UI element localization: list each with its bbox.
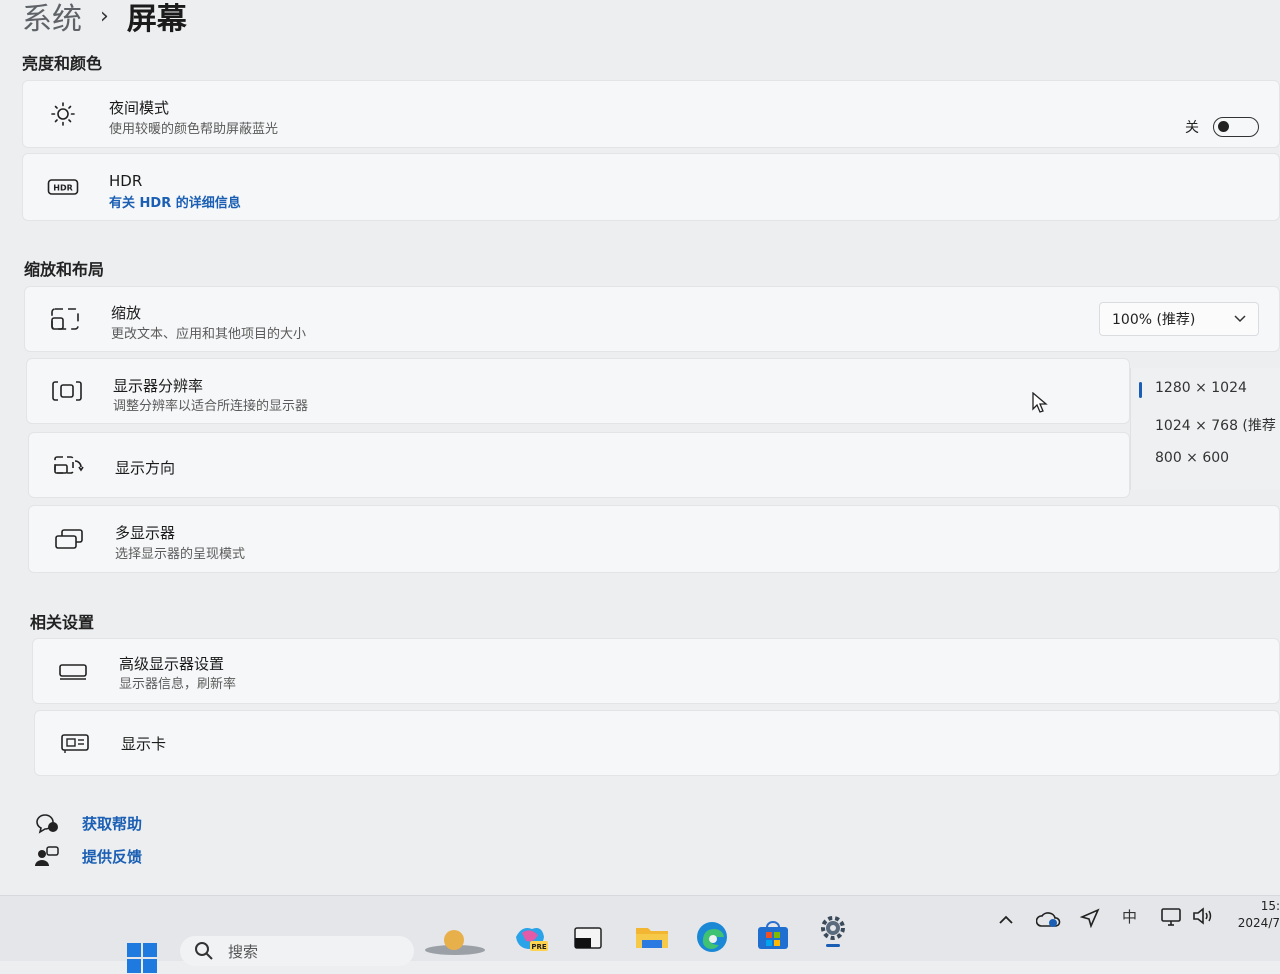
night-mode-subtitle: 使用较暖的颜色帮助屏蔽蓝光 xyxy=(109,122,279,137)
chevron-up-icon[interactable] xyxy=(998,914,1014,926)
section-title-scale-layout: 缩放和布局 xyxy=(24,260,105,279)
resolution-title: 显示器分辨率 xyxy=(113,377,204,395)
feedback-text: 提供反馈 xyxy=(82,847,143,866)
breadcrumb-separator: › xyxy=(100,3,109,29)
night-mode-card[interactable]: 夜间模式 使用较暖的颜色帮助屏蔽蓝光 关 xyxy=(22,80,1280,148)
scale-card[interactable]: 缩放 更改文本、应用和其他项目的大小 100% (推荐) xyxy=(24,286,1280,352)
advanced-display-title: 高级显示器设置 xyxy=(119,655,225,673)
terminal-icon[interactable] xyxy=(574,926,602,950)
hdr-info-link[interactable]: 有关 HDR 的详细信息 xyxy=(109,192,241,211)
help-chat-icon xyxy=(36,814,58,834)
orientation-card[interactable]: 显示方向 xyxy=(28,432,1130,498)
mouse-cursor-icon xyxy=(1032,392,1048,413)
hdr-icon-text: HDR xyxy=(53,184,73,193)
hdr-card[interactable]: HDR HDR 有关 HDR 的详细信息 xyxy=(22,153,1280,221)
feedback-link[interactable]: 提供反馈 xyxy=(34,845,142,867)
windows-start-icon[interactable] xyxy=(126,942,158,974)
multi-display-icon xyxy=(55,529,83,549)
breadcrumb-system[interactable]: 系统 xyxy=(22,0,82,38)
night-mode-toggle-group: 关 xyxy=(1185,117,1259,137)
brightness-sun-icon xyxy=(51,102,75,126)
night-mode-state-label: 关 xyxy=(1185,120,1199,136)
scale-value: 100% (推荐) xyxy=(1112,312,1196,328)
volume-icon[interactable] xyxy=(1192,906,1216,926)
settings-gear-icon[interactable] xyxy=(816,914,850,948)
resolution-dropdown-list: 1280 × 1024 1024 × 768 (推荐 800 × 600 xyxy=(1130,368,1280,490)
microsoft-store-icon[interactable] xyxy=(756,921,790,951)
multi-display-card[interactable]: 多显示器 选择显示器的呈现模式 xyxy=(28,505,1280,573)
graphics-card-icon xyxy=(61,734,89,753)
resolution-card[interactable]: 显示器分辨率 调整分辨率以适合所连接的显示器 xyxy=(26,358,1130,424)
night-mode-toggle[interactable] xyxy=(1213,117,1259,137)
scale-title: 缩放 xyxy=(111,304,142,322)
scale-icon xyxy=(51,308,79,330)
location-icon[interactable] xyxy=(1080,908,1100,928)
graphics-card-card[interactable]: 显示卡 xyxy=(34,710,1280,776)
monitor-icon xyxy=(59,664,87,680)
edge-browser-icon[interactable] xyxy=(695,921,729,953)
graphics-card-title: 显示卡 xyxy=(121,735,167,753)
orientation-icon xyxy=(54,456,84,474)
toggle-knob xyxy=(1218,121,1229,132)
resolution-subtitle: 调整分辨率以适合所连接的显示器 xyxy=(113,399,309,414)
onedrive-cloud-icon[interactable] xyxy=(1036,910,1062,930)
advanced-display-card[interactable]: 高级显示器设置 显示器信息，刷新率 xyxy=(32,638,1280,704)
copilot-icon[interactable]: PRE xyxy=(512,923,548,953)
section-title-related: 相关设置 xyxy=(30,613,95,632)
clock-date: 2024/7 xyxy=(1237,916,1280,930)
multi-display-subtitle: 选择显示器的呈现模式 xyxy=(115,547,246,562)
resolution-option[interactable]: 1280 × 1024 xyxy=(1155,380,1247,396)
ime-indicator[interactable]: 中 xyxy=(1122,906,1137,927)
clock-time: 15: xyxy=(1260,899,1280,913)
search-placeholder: 搜索 xyxy=(228,942,259,961)
preview-badge: PRE xyxy=(531,943,547,951)
scale-subtitle: 更改文本、应用和其他项目的大小 xyxy=(111,327,307,342)
chevron-down-icon xyxy=(1234,315,1246,323)
hdr-title: HDR xyxy=(109,172,143,190)
page-title: 屏幕 xyxy=(126,2,187,37)
file-explorer-icon[interactable] xyxy=(634,924,670,950)
clock[interactable]: 15: 2024/7 xyxy=(1238,898,1280,932)
resolution-icon xyxy=(52,381,82,401)
feedback-icon xyxy=(35,846,59,866)
get-help-text: 获取帮助 xyxy=(82,814,143,833)
hdr-icon: HDR xyxy=(47,179,79,195)
search-icon xyxy=(195,942,213,960)
taskbar: 搜索 PRE 中 15: 2024/7 xyxy=(0,895,1280,973)
orientation-title: 显示方向 xyxy=(115,459,176,477)
widgets-weather-icon[interactable] xyxy=(424,926,486,958)
network-monitor-icon[interactable] xyxy=(1160,906,1184,928)
multi-display-title: 多显示器 xyxy=(115,524,176,542)
resolution-option[interactable]: 1024 × 768 (推荐 xyxy=(1155,415,1276,435)
advanced-display-subtitle: 显示器信息，刷新率 xyxy=(119,677,237,692)
get-help-link[interactable]: 获取帮助 xyxy=(34,812,142,834)
resolution-option[interactable]: 800 × 600 xyxy=(1155,450,1229,466)
night-mode-title: 夜间模式 xyxy=(109,99,170,117)
breadcrumb: 系统 › 屏幕 xyxy=(22,0,187,38)
selected-indicator xyxy=(1139,382,1142,398)
taskbar-search[interactable]: 搜索 xyxy=(180,936,414,966)
section-title-brightness: 亮度和颜色 xyxy=(22,54,103,73)
scale-dropdown[interactable]: 100% (推荐) xyxy=(1099,302,1259,336)
